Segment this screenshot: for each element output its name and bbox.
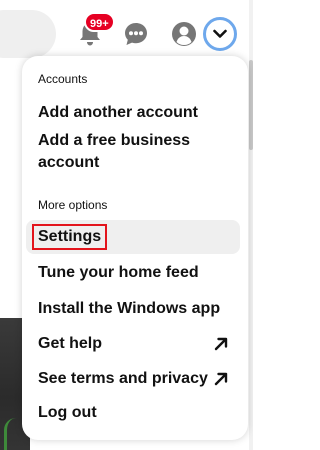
add-account-label: Add another account (38, 104, 199, 121)
search-input[interactable] (0, 10, 56, 58)
terms-privacy-label: See terms and privacy (38, 370, 208, 387)
scrollbar[interactable] (249, 0, 253, 450)
section-label-more-options: More options (38, 198, 108, 212)
user-avatar-icon (172, 22, 196, 46)
external-link-arrow-icon (214, 372, 228, 386)
notification-badge: 99+ (84, 12, 115, 32)
page: 99+ Accounts Add another account Add a f… (0, 0, 253, 450)
log-out-item[interactable]: Log out (26, 400, 240, 426)
install-app-item[interactable]: Install the Windows app (26, 296, 240, 322)
add-account-item[interactable]: Add another account (26, 100, 240, 126)
section-label-accounts: Accounts (38, 72, 88, 86)
account-dropdown-menu: Accounts Add another account Add a free … (22, 56, 248, 440)
install-app-label: Install the Windows app (38, 300, 221, 317)
tune-home-feed-label: Tune your home feed (38, 264, 199, 281)
get-help-item[interactable]: Get help (26, 331, 240, 357)
external-link-arrow-icon (214, 337, 228, 351)
add-business-account-item[interactable]: Add a free business account (26, 130, 240, 174)
settings-item[interactable]: Settings (26, 220, 240, 254)
get-help-label: Get help (38, 335, 103, 352)
chevron-down-icon (213, 29, 227, 38)
account-menu-button[interactable] (203, 17, 237, 51)
add-business-label-line1: Add a free business (38, 132, 191, 149)
messages-button[interactable] (118, 16, 154, 52)
terms-privacy-item[interactable]: See terms and privacy (26, 366, 240, 392)
add-business-label-line2: account (38, 154, 100, 171)
scrollbar-thumb[interactable] (249, 60, 253, 150)
log-out-label: Log out (38, 404, 97, 421)
profile-button[interactable] (166, 16, 202, 52)
chat-icon (125, 23, 147, 45)
settings-label: Settings (32, 224, 108, 250)
tune-home-feed-item[interactable]: Tune your home feed (26, 260, 240, 286)
